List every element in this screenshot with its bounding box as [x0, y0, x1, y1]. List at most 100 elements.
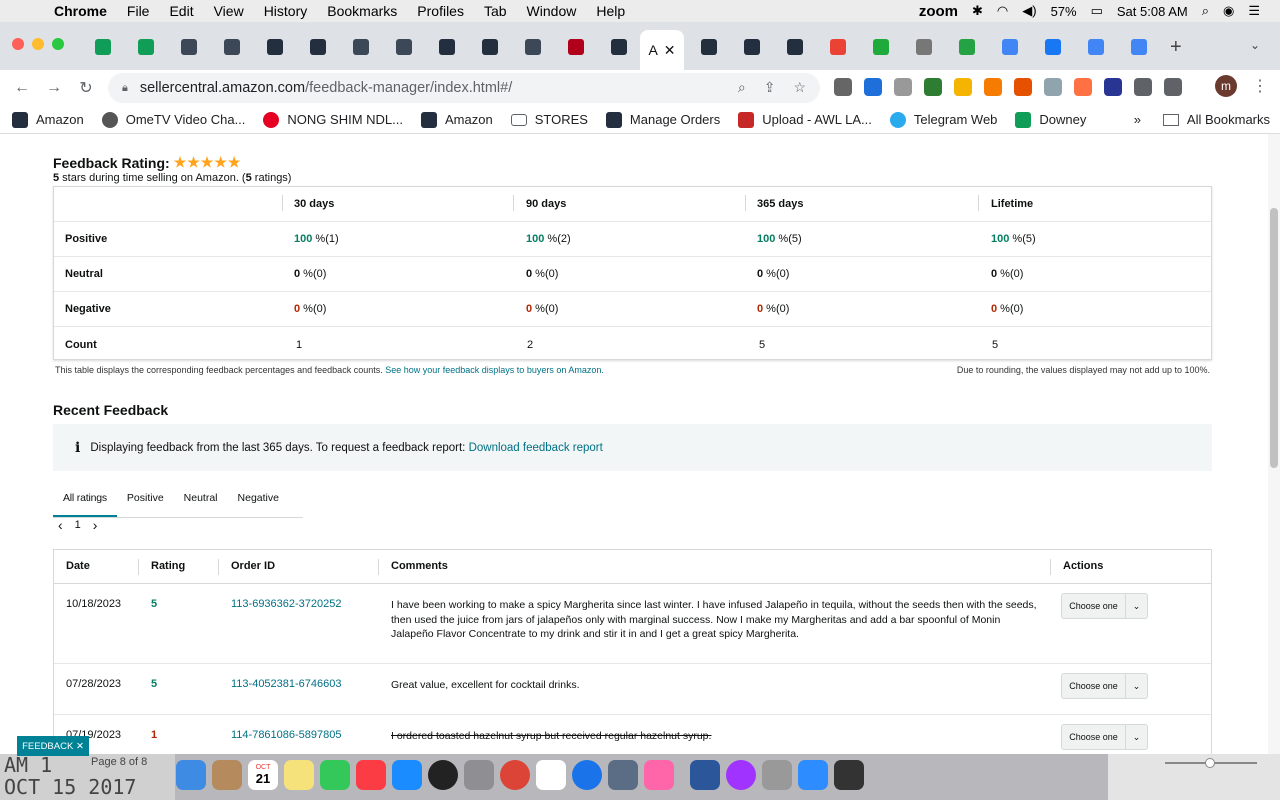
menu-history[interactable]: History: [264, 3, 308, 19]
app-store-icon[interactable]: [392, 760, 422, 790]
share-icon[interactable]: ⇪: [764, 79, 776, 96]
column-header[interactable]: Date: [66, 560, 90, 572]
extension-icon[interactable]: [1044, 78, 1062, 96]
menu-tab[interactable]: Tab: [484, 3, 507, 19]
battery-percent[interactable]: 57%: [1051, 4, 1077, 19]
extension-icon[interactable]: [1104, 78, 1122, 96]
bluetooth-icon[interactable]: ✱: [972, 3, 983, 19]
bookmark-item[interactable]: NONG SHIM NDL...: [263, 111, 403, 128]
extension-icon[interactable]: [984, 78, 1002, 96]
tab-negative[interactable]: Negative: [228, 486, 289, 517]
extension-icon[interactable]: [1014, 78, 1032, 96]
system-preferences-icon[interactable]: [464, 760, 494, 790]
extension-icon[interactable]: [864, 78, 882, 96]
address-bar[interactable]: 🔒︎ sellercentral.amazon.com/feedback-man…: [108, 73, 820, 103]
photos-icon[interactable]: [644, 760, 674, 790]
tab[interactable]: [905, 36, 943, 58]
profile-avatar[interactable]: m: [1215, 75, 1237, 97]
tab[interactable]: [127, 36, 165, 58]
tab[interactable]: [1034, 36, 1072, 58]
tab[interactable]: [342, 36, 380, 58]
puzzle-icon[interactable]: [1134, 78, 1152, 96]
column-header[interactable]: Rating: [151, 560, 185, 572]
tab[interactable]: [600, 36, 638, 58]
word-icon[interactable]: [690, 760, 720, 790]
facetime-icon[interactable]: [320, 760, 350, 790]
tab[interactable]: [690, 36, 728, 58]
bookmark-star-icon[interactable]: ☆: [793, 79, 806, 96]
tab[interactable]: [213, 36, 251, 58]
page-scrollbar[interactable]: [1268, 134, 1280, 754]
menu-edit[interactable]: Edit: [169, 3, 193, 19]
action-select[interactable]: Choose one ⌄: [1061, 724, 1148, 750]
bookmark-item[interactable]: Amazon: [12, 111, 84, 128]
menu-profiles[interactable]: Profiles: [417, 3, 464, 19]
tab[interactable]: [299, 36, 337, 58]
volume-icon[interactable]: ◀): [1022, 3, 1036, 19]
order-id-link[interactable]: 113-6936362-3720252: [231, 598, 342, 610]
slider-knob[interactable]: [1205, 758, 1215, 768]
bookmark-item[interactable]: Manage Orders: [605, 111, 720, 128]
reminders-icon[interactable]: [536, 760, 566, 790]
tab[interactable]: [557, 36, 595, 58]
forward-button[interactable]: →: [38, 79, 70, 97]
tab[interactable]: [84, 36, 122, 58]
zoom-app-icon[interactable]: [798, 760, 828, 790]
bookmarks-overflow-button[interactable]: »: [1134, 112, 1141, 127]
safari-icon[interactable]: [572, 760, 602, 790]
reload-button[interactable]: ↻: [70, 78, 102, 98]
minimize-window-button[interactable]: [32, 38, 44, 50]
tab-search-chevron-icon[interactable]: ⌄: [1250, 38, 1260, 52]
siri-icon[interactable]: [428, 760, 458, 790]
bookmark-item[interactable]: Telegram Web: [889, 111, 997, 128]
tab[interactable]: [948, 36, 986, 58]
printer-icon[interactable]: [834, 760, 864, 790]
close-window-button[interactable]: [12, 38, 24, 50]
wifi-icon[interactable]: ◠: [997, 3, 1008, 19]
tab[interactable]: [1120, 36, 1158, 58]
order-id-link[interactable]: 114-7861086-5897805: [231, 729, 342, 741]
control-center-icon[interactable]: ☰: [1248, 3, 1260, 19]
app-icon[interactable]: [212, 760, 242, 790]
zoom-lens-icon[interactable]: ⌕: [738, 79, 746, 96]
zoom-status[interactable]: zoom: [919, 3, 958, 20]
tab[interactable]: [862, 36, 900, 58]
tab-positive[interactable]: Positive: [117, 486, 174, 517]
feedback-display-link[interactable]: See how your feedback displays to buyers…: [385, 365, 604, 375]
menu-bookmarks[interactable]: Bookmarks: [327, 3, 397, 19]
tab-neutral[interactable]: Neutral: [174, 486, 228, 517]
more-menu-icon[interactable]: ⋮: [1252, 76, 1268, 96]
tab[interactable]: [514, 36, 552, 58]
bookmark-item[interactable]: Upload - AWL LA...: [738, 111, 872, 128]
tab[interactable]: [256, 36, 294, 58]
page-number[interactable]: 1: [75, 519, 81, 531]
extension-icon[interactable]: [1074, 78, 1092, 96]
menu-help[interactable]: Help: [596, 3, 625, 19]
feedback-tag-button[interactable]: FEEDBACK ✕: [17, 736, 89, 756]
scrollbar-thumb[interactable]: [1270, 208, 1278, 468]
bookmark-item[interactable]: OmeTV Video Cha...: [101, 111, 245, 128]
messenger-icon[interactable]: [726, 760, 756, 790]
tab[interactable]: [385, 36, 423, 58]
extension-icon[interactable]: [834, 78, 852, 96]
action-select[interactable]: Choose one ⌄: [1061, 673, 1148, 699]
lock-icon[interactable]: 🔒︎: [122, 82, 128, 95]
notes-icon[interactable]: [284, 760, 314, 790]
extension-icon[interactable]: [894, 78, 912, 96]
extension-icon[interactable]: [924, 78, 942, 96]
menu-file[interactable]: File: [127, 3, 150, 19]
tab[interactable]: [991, 36, 1029, 58]
tab[interactable]: [819, 36, 857, 58]
back-button[interactable]: ←: [6, 79, 38, 97]
finder-icon[interactable]: [176, 760, 206, 790]
tab[interactable]: [471, 36, 509, 58]
new-tab-button[interactable]: +: [1170, 36, 1182, 59]
menu-app-name[interactable]: Chrome: [54, 3, 107, 19]
preview-icon[interactable]: [762, 760, 792, 790]
download-report-link[interactable]: Download feedback report: [469, 442, 603, 454]
tab[interactable]: [1077, 36, 1115, 58]
next-page-button[interactable]: ›: [93, 518, 98, 532]
side-panel-icon[interactable]: [1164, 78, 1182, 96]
tab-all-ratings[interactable]: All ratings: [53, 486, 117, 517]
prev-page-button[interactable]: ‹: [58, 518, 63, 532]
